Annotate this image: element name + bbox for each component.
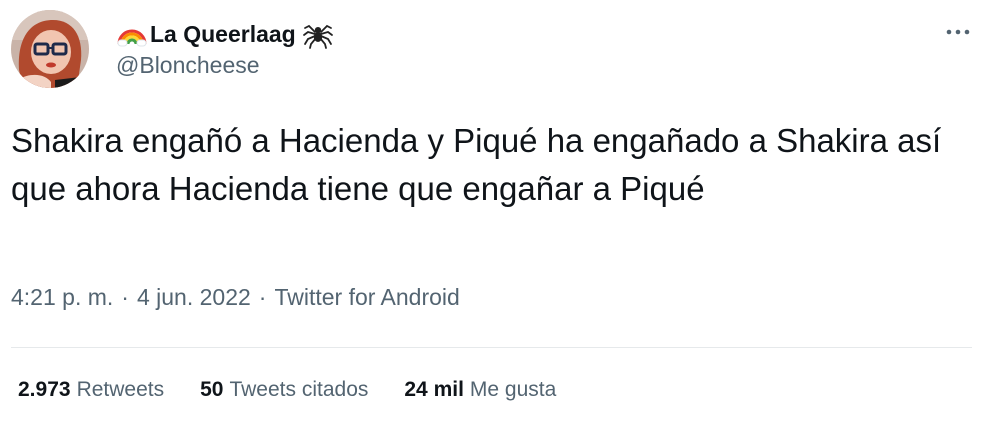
likes-stat[interactable]: 24 mil Me gusta [404,378,556,402]
quote-tweets-count: 50 [200,378,224,401]
retweets-count: 2.973 [18,378,71,401]
tweet-meta: 4:21 p. m. · 4 jun. 2022 · Twitter for A… [11,284,460,311]
tweet-source[interactable]: Twitter for Android [274,284,459,311]
quote-tweets-stat[interactable]: 50 Tweets citados [200,378,368,402]
more-icon [946,29,970,35]
tweet-text: Shakira engañó a Hacienda y Piqué ha eng… [11,122,942,207]
author-handle[interactable]: @Bloncheese [116,52,260,79]
likes-count: 24 mil [404,378,464,401]
author-name-row[interactable]: La Queerlaag [116,14,334,54]
rainbow-icon [116,18,148,50]
tweet-stats: 2.973 Retweets 50 Tweets citados 24 mil … [18,378,592,402]
retweets-stat[interactable]: 2.973 Retweets [18,378,164,402]
quote-tweets-label: Tweets citados [229,378,369,401]
tweet: La Queerlaag @Bloncheese Shakira engañó … [0,0,988,428]
retweets-label: Retweets [76,378,165,401]
spider-icon [302,18,334,50]
avatar[interactable] [11,10,89,88]
author-display-name[interactable]: La Queerlaag [150,21,296,48]
likes-label: Me gusta [469,378,557,401]
tweet-date[interactable]: 4 jun. 2022 [137,284,251,311]
meta-separator: · [121,284,129,310]
more-options-button[interactable] [940,20,976,44]
tweet-time[interactable]: 4:21 p. m. [11,284,113,311]
divider [11,347,972,348]
meta-separator: · [258,284,267,310]
